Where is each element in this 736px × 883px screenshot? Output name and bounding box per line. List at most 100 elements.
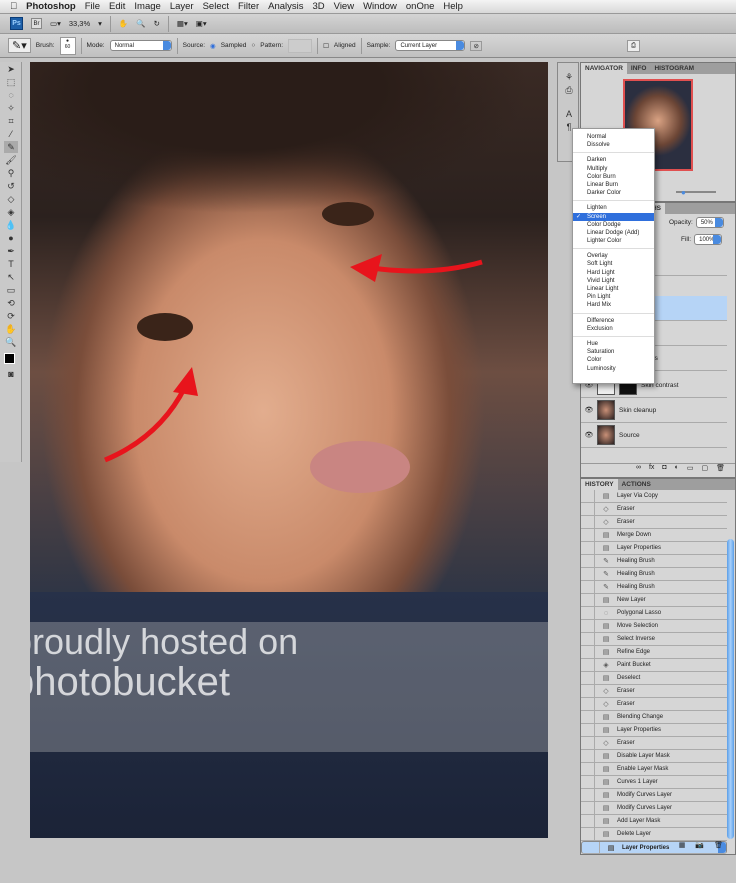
menu-help[interactable]: Help	[443, 1, 463, 12]
snapshot-source-box[interactable]	[581, 776, 595, 788]
snapshot-source-box[interactable]	[581, 594, 595, 606]
dodge-tool-icon[interactable]: ●	[4, 232, 18, 244]
history-item[interactable]: ◇ Eraser	[581, 685, 727, 698]
tool-presets-icon[interactable]: ⎙	[562, 84, 576, 96]
snapshot-source-box[interactable]	[581, 581, 595, 593]
lasso-tool-icon[interactable]: ◌	[4, 89, 18, 101]
slider-thumb[interactable]: ●	[681, 188, 686, 197]
blend-mode-option[interactable]: Difference	[573, 317, 654, 325]
clone-source-icon[interactable]: ⚘	[562, 71, 576, 83]
3d-orbit-tool-icon[interactable]: ⟳	[4, 310, 18, 322]
color-swatches[interactable]	[4, 349, 18, 367]
add-mask-icon[interactable]: ◘	[662, 464, 666, 477]
tab-info[interactable]: INFO	[627, 63, 651, 74]
opacity-field[interactable]: 50%	[695, 217, 724, 228]
blend-mode-option[interactable]: Color Burn	[573, 173, 654, 181]
blend-mode-option[interactable]: Linear Dodge (Add)	[573, 229, 654, 237]
blend-mode-option[interactable]: Darker Color	[573, 189, 654, 197]
blend-mode-option[interactable]: Dissolve	[573, 141, 654, 149]
sampled-radio[interactable]: ◉	[210, 42, 216, 50]
blend-mode-option[interactable]: Hard Mix	[573, 301, 654, 309]
snapshot-source-box[interactable]	[581, 503, 595, 515]
rotate-view-icon[interactable]: ↻	[154, 19, 160, 28]
history-item[interactable]: ✎ Healing Brush	[581, 581, 727, 594]
move-tool-icon[interactable]: ➤	[4, 63, 18, 75]
menu-window[interactable]: Window	[363, 1, 397, 12]
layer-row-skin-cleanup[interactable]: 👁 Skin cleanup	[581, 398, 727, 423]
blend-mode-option[interactable]: Exclusion	[573, 325, 654, 333]
link-layers-icon[interactable]: ∞	[636, 464, 641, 477]
eyedropper-tool-icon[interactable]: ⁄	[4, 128, 18, 140]
new-layer-icon[interactable]: ▢	[701, 464, 708, 477]
menu-filter[interactable]: Filter	[238, 1, 259, 12]
menu-image[interactable]: Image	[134, 1, 160, 12]
delete-layer-icon[interactable]: 🗑	[716, 464, 725, 477]
snapshot-source-box[interactable]	[581, 815, 595, 827]
pen-tool-icon[interactable]: ✒	[4, 245, 18, 257]
history-item[interactable]: ▤ Modify Curves Layer	[581, 789, 727, 802]
snapshot-source-box[interactable]	[581, 646, 595, 658]
eye-icon[interactable]: 👁	[581, 431, 597, 439]
history-item[interactable]: ▤ Disable Layer Mask	[581, 750, 727, 763]
pattern-picker[interactable]	[288, 38, 313, 53]
history-item[interactable]: ▤ Modify Curves Layer	[581, 802, 727, 815]
history-item[interactable]: ▤ New Layer	[581, 594, 727, 607]
eraser-tool-icon[interactable]: ◇	[4, 193, 18, 205]
history-item[interactable]: ▤ Curves 1 Layer	[581, 776, 727, 789]
eye-icon[interactable]: 👁	[581, 406, 597, 414]
snapshot-source-box[interactable]	[581, 698, 595, 710]
blend-mode-option[interactable]: Saturation	[573, 348, 654, 356]
arrange-documents-icon[interactable]: ▦▾	[177, 19, 188, 28]
history-item[interactable]: ◌ Polygonal Lasso	[581, 607, 727, 620]
3d-rotate-tool-icon[interactable]: ⟲	[4, 297, 18, 309]
history-item[interactable]: ▤ Blending Change	[581, 711, 727, 724]
snapshot-source-box[interactable]	[581, 802, 595, 814]
snapshot-source-box[interactable]	[581, 672, 595, 684]
history-item[interactable]: ✎ Healing Brush	[581, 568, 727, 581]
snapshot-source-box[interactable]	[581, 711, 595, 723]
fill-field[interactable]: 100%	[694, 234, 723, 245]
view-extras-icon[interactable]: ▭▾	[50, 19, 61, 28]
bridge-button[interactable]: Br	[31, 18, 42, 29]
marquee-tool-icon[interactable]: ⬚	[4, 76, 18, 88]
blend-mode-option[interactable]: Color Dodge	[573, 221, 654, 229]
blend-mode-option[interactable]: Hue	[573, 340, 654, 348]
history-item[interactable]: ◇ Eraser	[581, 516, 727, 529]
healing-brush-tool-icon[interactable]: ✎	[4, 141, 18, 153]
menu-analysis[interactable]: Analysis	[268, 1, 303, 12]
aligned-checkbox[interactable]: ☐	[323, 42, 329, 50]
snapshot-source-box[interactable]	[581, 789, 595, 801]
history-item[interactable]: ▤ Layer Properties	[581, 542, 727, 555]
hand-tool-icon[interactable]: ✋	[4, 323, 18, 335]
tab-history[interactable]: HISTORY	[581, 479, 618, 490]
mode-select[interactable]: Normal	[109, 40, 172, 51]
blend-mode-option[interactable]: Linear Light	[573, 285, 654, 293]
blend-mode-option[interactable]: Lighten	[573, 204, 654, 212]
menu-photoshop[interactable]: Photoshop	[26, 1, 76, 12]
document-canvas[interactable]: proudly hosted on photobucket	[30, 62, 548, 838]
snapshot-source-box[interactable]	[581, 542, 595, 554]
snapshot-source-box[interactable]	[581, 633, 595, 645]
blend-mode-option[interactable]: Overlay	[573, 252, 654, 260]
new-snapshot-icon[interactable]: 📷	[695, 841, 704, 854]
tab-navigator[interactable]: NAVIGATOR	[581, 63, 627, 74]
snapshot-source-box[interactable]	[581, 828, 595, 840]
menu-edit[interactable]: Edit	[109, 1, 125, 12]
history-brush-tool-icon[interactable]: ↺	[4, 180, 18, 192]
snapshot-source-box[interactable]	[581, 659, 595, 671]
zoom-icon[interactable]: 🔍	[136, 19, 145, 28]
snapshot-source-box[interactable]	[581, 750, 595, 762]
menu-file[interactable]: File	[85, 1, 100, 12]
history-item[interactable]: ▤ Select Inverse	[581, 633, 727, 646]
history-item[interactable]: ▤ Merge Down	[581, 529, 727, 542]
snapshot-source-box[interactable]	[581, 763, 595, 775]
hand-icon[interactable]: ✋	[119, 19, 128, 28]
tab-histogram[interactable]: HISTOGRAM	[650, 63, 698, 74]
layer-row-source[interactable]: 👁 Source	[581, 423, 727, 448]
blend-mode-option[interactable]: Hard Light	[573, 269, 654, 277]
menu-select[interactable]: Select	[203, 1, 229, 12]
blend-mode-option[interactable]: Screen	[573, 212, 654, 221]
snapshot-source-box[interactable]	[581, 529, 595, 541]
character-icon[interactable]: A	[562, 108, 576, 120]
history-item[interactable]: ▤ Deselect	[581, 672, 727, 685]
